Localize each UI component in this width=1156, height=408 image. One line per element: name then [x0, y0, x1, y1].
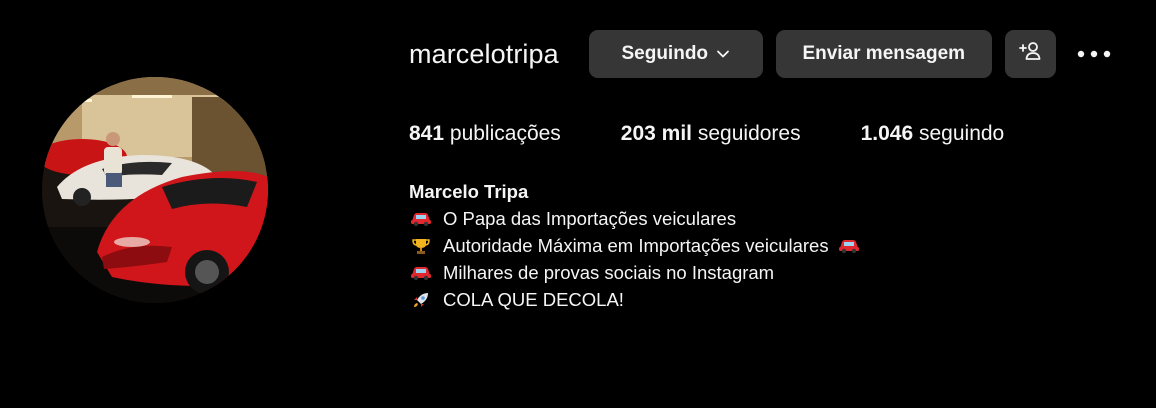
profile-stats: 841 publicações 203 mil seguidores 1.046… [409, 122, 1156, 146]
car-emoji-icon [409, 207, 433, 231]
bio-line-text: O Papa das Importações veiculares [443, 208, 737, 229]
profile-top-row: marcelotripa Seguindo Enviar mensagem [409, 28, 1156, 80]
bio-line: O Papa das Importações veiculares [409, 205, 1156, 232]
posts-count: 841 [409, 122, 445, 145]
chevron-down-icon [716, 47, 730, 61]
bio: Marcelo Tripa O Papa das Importações vei… [409, 178, 1156, 313]
person-plus-icon [1018, 41, 1042, 67]
suggested-users-button[interactable] [1004, 30, 1056, 78]
bio-line: Milhares de provas sociais no Instagram [409, 259, 1156, 286]
bio-name: Marcelo Tripa [409, 181, 529, 202]
followers-count: 203 mil [620, 122, 693, 145]
more-dots-icon[interactable] [1074, 39, 1114, 69]
avatar-photo [42, 77, 268, 303]
profile-info: marcelotripa Seguindo Enviar mensagem 84… [409, 28, 1156, 313]
following-stat[interactable]: 1.046 seguindo [861, 122, 1005, 146]
following-label: seguindo [919, 122, 1005, 145]
profile-header: marcelotripa Seguindo Enviar mensagem 84… [0, 0, 1156, 408]
trophy-emoji-icon [409, 234, 433, 258]
username: marcelotripa [409, 38, 559, 69]
followers-stat[interactable]: 203 mil seguidores [621, 122, 801, 146]
following-count: 1.046 [860, 122, 914, 145]
bio-line-text: Autoridade Máxima em Importações veicula… [443, 235, 829, 256]
bio-line: COLA QUE DECOLA! [409, 286, 1156, 313]
car-emoji-icon [837, 234, 861, 258]
bio-line-text: Milhares de provas sociais no Instagram [443, 262, 775, 283]
bio-line-text: COLA QUE DECOLA! [443, 289, 624, 310]
followers-label: seguidores [697, 122, 801, 145]
avatar[interactable] [42, 77, 268, 303]
posts-stat: 841 publicações [409, 122, 561, 146]
posts-label: publicações [449, 122, 561, 145]
bio-line: Autoridade Máxima em Importações veicula… [409, 232, 1156, 259]
following-button-label: Seguindo [621, 43, 709, 64]
car-emoji-icon [409, 261, 433, 285]
send-message-button[interactable]: Enviar mensagem [775, 30, 992, 78]
rocket-emoji-icon [409, 288, 433, 312]
send-message-button-label: Enviar mensagem [802, 43, 966, 64]
following-button[interactable]: Seguindo [588, 30, 763, 78]
